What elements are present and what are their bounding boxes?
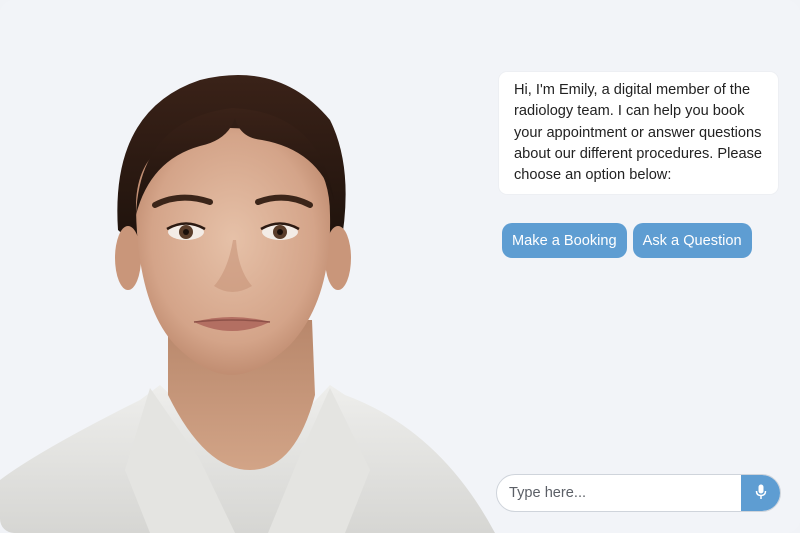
message-composer — [496, 474, 781, 512]
message-input[interactable] — [497, 475, 741, 511]
microphone-button[interactable] — [741, 475, 780, 511]
assistant-message-bubble: Hi, I'm Emily, a digital member of the r… — [499, 72, 778, 195]
quick-reply-options: Make a Booking Ask a Question — [502, 223, 752, 258]
make-booking-button[interactable]: Make a Booking — [502, 223, 627, 258]
avatar-emily — [0, 0, 500, 533]
assistant-greeting-text: Hi, I'm Emily, a digital member of the r… — [514, 82, 762, 184]
chat-screen: Hi, I'm Emily, a digital member of the r… — [0, 0, 800, 533]
microphone-icon — [755, 484, 767, 503]
ask-question-button[interactable]: Ask a Question — [632, 223, 752, 258]
